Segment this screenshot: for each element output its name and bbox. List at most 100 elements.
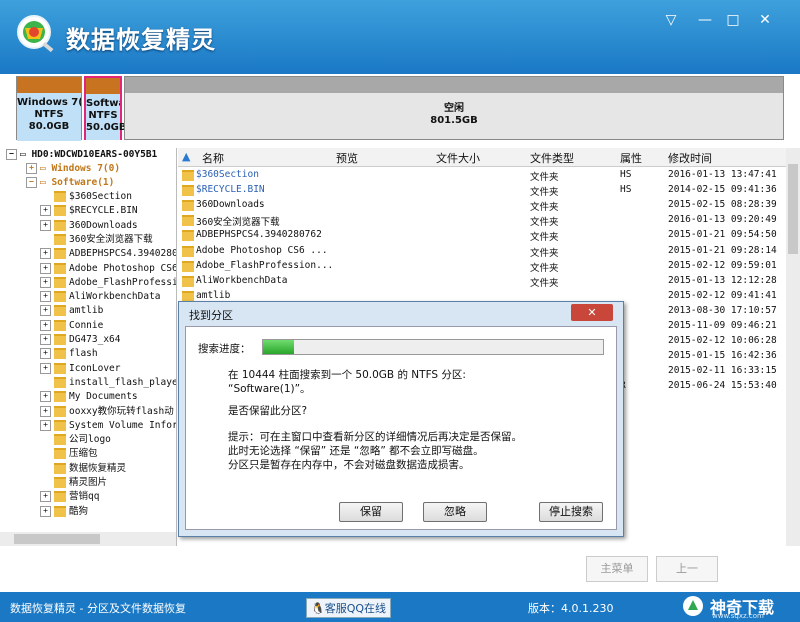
drive-icon: ▭ bbox=[40, 163, 52, 174]
table-cell: 2015-01-21 09:28:14 bbox=[668, 244, 777, 256]
tree-disk-node[interactable]: − ▭ HD0:WDCWD10EARS-00Y5B1 bbox=[6, 148, 157, 162]
tree-windows7-node[interactable]: + ▭ Windows 7(0) bbox=[26, 162, 120, 176]
dialog-close-button[interactable]: ✕ bbox=[571, 304, 613, 321]
tree-folder-node[interactable]: +精灵图片 bbox=[40, 476, 107, 490]
tree-folder-node[interactable]: + flash bbox=[40, 347, 98, 361]
maximize-button[interactable]: □ bbox=[722, 10, 744, 30]
tree-folder-node[interactable]: + 营销qq bbox=[40, 490, 99, 504]
tree-folder-label: $RECYCLE.BIN bbox=[69, 205, 138, 217]
tree-horizontal-scrollbar[interactable] bbox=[0, 532, 176, 546]
table-cell: 文件夹 bbox=[530, 277, 559, 289]
table-cell: HS bbox=[620, 169, 632, 180]
close-button[interactable]: ✕ bbox=[754, 10, 776, 30]
tree-folder-node[interactable]: +数据恢复精灵 bbox=[40, 462, 126, 476]
tree-folder-label: 酷狗 bbox=[69, 505, 89, 517]
tree-folder-node[interactable]: + IconLover bbox=[40, 362, 120, 376]
table-cell: 文件夹 bbox=[530, 217, 559, 229]
table-row[interactable]: Adobe_FlashProfession... 文件夹 2015-02-12 09… bbox=[178, 259, 786, 274]
qq-icon: 🐧 bbox=[311, 602, 325, 615]
tree-folder-label: 精灵图片 bbox=[69, 477, 108, 488]
tree-folder-label: Adobe_FlashProfessi bbox=[69, 276, 177, 288]
table-cell: 文件夹 bbox=[530, 232, 559, 244]
tip-line-1: 提示：可在主窗口中查看新分区的详细情况后再决定是否保留。 bbox=[228, 431, 522, 443]
col-attr[interactable]: 属性 bbox=[620, 150, 642, 166]
tree-folder-node[interactable]: + System Volume Infor bbox=[40, 419, 176, 433]
tree-folder-label: My Documents bbox=[69, 391, 138, 403]
partition-free[interactable]: 空闲 801.5GB bbox=[124, 76, 784, 140]
folder-icon bbox=[54, 434, 66, 446]
tree-folder-node[interactable]: + 酷狗 bbox=[40, 505, 88, 519]
partition-size: 50.0GB bbox=[86, 122, 127, 133]
tree-folder-node[interactable]: + Connie bbox=[40, 319, 103, 333]
tree-folder-node[interactable]: +压缩包 bbox=[40, 447, 98, 461]
list-vertical-scrollbar[interactable] bbox=[786, 148, 800, 546]
minimize-button[interactable]: — bbox=[694, 10, 716, 30]
status-bar: 数据恢复精灵 - 分区及文件数据恢复 🐧客服QQ在线 版本：4.0.1.230 … bbox=[0, 592, 800, 622]
tree-folder-label: DG473_x64 bbox=[69, 334, 121, 345]
qq-support-button[interactable]: 🐧客服QQ在线 bbox=[306, 598, 392, 618]
folder-icon bbox=[54, 319, 66, 331]
tree-folder-node[interactable]: + My Documents bbox=[40, 390, 138, 404]
tree-folder-node[interactable]: + Adobe_FlashProfessi bbox=[40, 276, 177, 290]
table-cell: 2014-02-15 09:41:36 bbox=[668, 184, 777, 196]
table-cell: amtlib bbox=[196, 289, 231, 301]
partition-label: 空闲 bbox=[444, 103, 464, 114]
brand-logo-icon bbox=[682, 595, 704, 620]
tree-folder-node[interactable]: + ADBEPHSPCS4.3940280 bbox=[40, 247, 176, 261]
folder-icon bbox=[54, 491, 66, 503]
col-modified[interactable]: 修改时间 bbox=[668, 150, 712, 166]
table-row[interactable]: Adobe Photoshop CS6 ... 文件夹 2015-01-21 09:… bbox=[178, 244, 786, 259]
table-row[interactable]: $RECYCLE.BIN 文件夹 HS 2014-02-15 09:41:36 bbox=[178, 183, 786, 198]
col-name[interactable]: 名称 bbox=[202, 150, 224, 166]
settings-button[interactable]: ▽ bbox=[660, 10, 682, 30]
table-row[interactable]: 360Downloads 文件夹 2015-02-15 08:28:39 bbox=[178, 198, 786, 213]
table-cell: 文件夹 bbox=[530, 247, 559, 259]
table-row[interactable]: ADBEPHSPCS4.3940280762 文件夹 2015-01-21 09:5… bbox=[178, 228, 786, 243]
tree-folder-node[interactable]: + amtlib bbox=[40, 304, 103, 318]
tree-folder-label: Connie bbox=[69, 319, 104, 331]
tree-folder-node[interactable]: + Adobe Photoshop CS6 bbox=[40, 262, 176, 276]
tree-folder-node[interactable]: + DG473_x64 bbox=[40, 333, 120, 347]
folder-icon bbox=[54, 205, 66, 217]
brand-url: www.sqxz.com bbox=[712, 612, 764, 620]
partition-windows7[interactable]: Windows 7(C NTFS 80.0GB bbox=[16, 76, 82, 141]
tree-folder-node[interactable]: + $RECYCLE.BIN bbox=[40, 204, 138, 218]
folder-icon bbox=[182, 200, 194, 212]
folder-tree[interactable]: − ▭ HD0:WDCWD10EARS-00Y5B1 + ▭ Windows 7(0… bbox=[0, 148, 177, 546]
main-menu-button[interactable]: 主菜单 bbox=[586, 556, 648, 582]
tree-software-node[interactable]: − ▭ Software(1) bbox=[26, 176, 114, 190]
table-cell: 2015-02-12 09:41:41 bbox=[668, 289, 777, 301]
tree-folder-node[interactable]: +公司logo bbox=[40, 433, 111, 447]
tree-folder-label: AliWorkbenchData bbox=[69, 291, 161, 303]
partition-software[interactable]: Software NTFS 50.0GB bbox=[84, 76, 127, 140]
partition-fs: NTFS bbox=[34, 109, 64, 120]
col-type[interactable]: 文件类型 bbox=[530, 150, 574, 166]
version-text: 版本：4.0.1.230 bbox=[528, 602, 614, 615]
app-title: 数据恢复精灵 bbox=[66, 26, 216, 54]
table-cell: 2015-11-09 09:46:21 bbox=[668, 320, 777, 331]
table-row[interactable]: 360安全浏览器下载 文件夹 2016-01-13 09:20:49 bbox=[178, 213, 786, 228]
prev-button[interactable]: 上一 bbox=[656, 556, 718, 582]
tree-folder-node[interactable]: + AliWorkbenchData bbox=[40, 290, 161, 304]
tree-folder-node[interactable]: +$360Section bbox=[40, 190, 132, 204]
keep-button[interactable]: 保留 bbox=[339, 502, 403, 522]
folder-icon bbox=[54, 291, 66, 303]
ignore-button[interactable]: 忽略 bbox=[423, 502, 487, 522]
table-row[interactable]: $360Section 文件夹 HS 2016-01-13 13:47:41 bbox=[178, 168, 786, 183]
stop-search-button[interactable]: 停止搜索 bbox=[539, 502, 603, 522]
sort-up-icon: ▲ bbox=[182, 150, 191, 163]
folder-icon bbox=[182, 245, 194, 257]
folder-icon bbox=[54, 191, 66, 202]
col-preview[interactable]: 预览 bbox=[336, 150, 358, 166]
table-row[interactable]: AliWorkbenchData 文件夹 2015-01-13 12:12:28 bbox=[178, 274, 786, 289]
tree-folder-node[interactable]: + ooxxy教你玩转flash动 bbox=[40, 405, 174, 419]
folder-icon bbox=[54, 505, 66, 517]
tree-folder-node[interactable]: +360安全浏览器下载 bbox=[40, 233, 153, 247]
tree-folder-node[interactable]: +360Downloads bbox=[40, 219, 138, 233]
table-cell: 2015-01-13 12:12:28 bbox=[668, 274, 777, 286]
tree-folder-label: ooxxy教你玩转flash动 bbox=[69, 405, 174, 417]
progress-label: 搜索进度： bbox=[198, 343, 251, 355]
keep-question: 是否保留此分区? bbox=[228, 405, 308, 417]
col-size[interactable]: 文件大小 bbox=[436, 150, 480, 166]
tree-folder-node[interactable]: +install_flash_playe bbox=[40, 376, 176, 390]
